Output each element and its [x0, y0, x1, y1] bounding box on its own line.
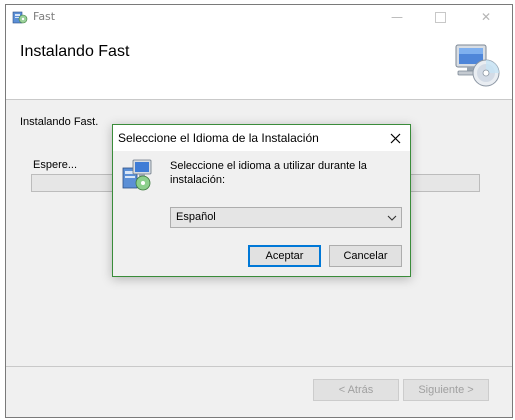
language-dialog: Seleccione el Idioma de la Instalación S… [112, 124, 411, 277]
maximize-button[interactable] [420, 5, 460, 29]
language-select[interactable]: Español [170, 207, 402, 228]
page-title: Instalando Fast [20, 43, 130, 60]
dialog-title: Seleccione el Idioma de la Instalación [118, 131, 319, 145]
minimize-icon: — [391, 10, 403, 24]
cancel-button[interactable]: Cancelar [329, 245, 402, 267]
close-button[interactable]: ✕ [466, 5, 506, 29]
back-button[interactable]: < Atrás [313, 379, 399, 401]
close-icon: ✕ [480, 10, 492, 24]
header-panel: Instalando Fast [6, 29, 512, 99]
close-icon [390, 133, 400, 143]
computer-cd-icon [455, 44, 500, 87]
dialog-message: Seleccione el idioma a utilizar durante … [170, 160, 367, 186]
chevron-down-icon [387, 215, 397, 221]
dialog-close-button[interactable] [384, 127, 406, 149]
accept-button[interactable]: Aceptar [248, 245, 321, 267]
status-text: Instalando Fast. [20, 116, 99, 128]
installer-app-icon [12, 11, 28, 24]
next-button[interactable]: Siguiente > [403, 379, 489, 401]
language-select-value: Español [176, 211, 216, 223]
minimize-button[interactable]: — [377, 5, 417, 29]
maximize-icon [434, 11, 446, 23]
window-title: Fast [33, 10, 56, 23]
dialog-title-bar[interactable]: Seleccione el Idioma de la Instalación [113, 125, 410, 151]
footer: < Atrás Siguiente > [6, 367, 512, 417]
title-bar[interactable]: Fast — ✕ [6, 5, 512, 29]
setup-computer-icon [122, 159, 152, 191]
wait-label: Espere... [33, 159, 78, 171]
